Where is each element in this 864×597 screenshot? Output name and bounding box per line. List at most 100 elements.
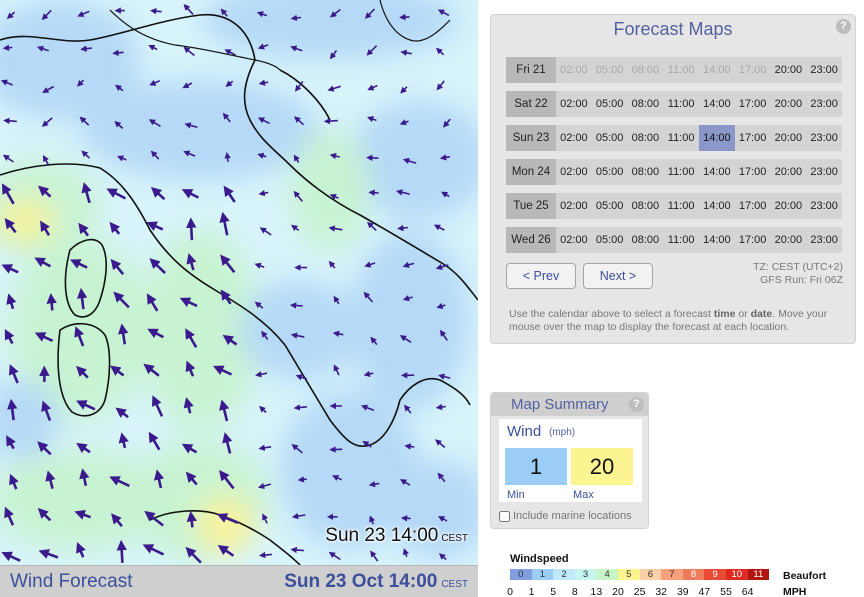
beaufort-cell: 2 [553,569,575,580]
calendar-time-slot[interactable]: 17:00 [735,193,771,219]
calendar-row: Wed 26 02:00 05:00 08:00 11:00 14:00 17:00 20:0… [506,227,842,253]
calendar-time-slot[interactable]: 20:00 [771,125,807,151]
include-marine-checkbox[interactable] [499,510,510,522]
calendar-time-slot[interactable]: 08:00 [628,91,664,117]
calendar-time-slot[interactable]: 11:00 [663,125,699,151]
calendar-time-slot[interactable]: 23:00 [806,227,842,253]
calendar-time-slot[interactable]: 20:00 [771,91,807,117]
calendar-time-slot[interactable]: 08:00 [628,159,664,185]
wind-arrow [80,45,92,52]
calendar-day-label[interactable]: Tue 25 [506,193,556,219]
calendar-time-slot[interactable]: 23:00 [806,57,842,83]
wind-arrow [3,117,17,125]
wind-map-canvas[interactable] [0,0,478,565]
calendar-time-slot[interactable]: 02:00 [556,159,592,185]
map-summary-panel: Map Summary ? Wind (mph) 1 20 Min Max In… [490,392,649,529]
wind-min-label: Min [507,489,525,501]
mph-tick: 5 [550,586,557,597]
calendar-time-slot[interactable]: 17:00 [735,159,771,185]
wind-max-label: Max [573,489,594,501]
mph-tick: 39 [676,586,689,597]
footer-title: Wind Forecast [10,570,133,592]
wind-arrow [366,154,379,162]
mph-tick: 1 [528,586,535,597]
calendar-time-slot[interactable]: 11:00 [663,159,699,185]
calendar-time-slot[interactable]: 11:00 [663,193,699,219]
mph-tick: 32 [655,586,668,597]
calendar-day-label[interactable]: Mon 24 [506,159,556,185]
wind-map[interactable]: Sun 23 14:00 CEST [0,0,478,565]
calendar-row: Mon 24 02:00 05:00 08:00 11:00 14:00 17:00 20:0… [506,159,842,185]
run-info: TZ: CEST (UTC+2) GFS Run: Fri 06Z [753,261,843,287]
calendar-time-slot[interactable]: 02:00 [556,125,592,151]
mph-tick: 8 [571,586,578,597]
calendar-time-slot[interactable]: 08:00 [628,227,664,253]
footer-tz: CEST [441,578,468,590]
mph-scale: 0 1 5 8 13 20 25 32 39 47 55 64 [507,586,778,597]
wind-min-value: 1 [505,448,567,485]
beaufort-cell: 11 [747,569,770,580]
next-button[interactable]: Next > [583,263,653,289]
include-marine-toggle[interactable]: Include marine locations [499,510,632,522]
calendar-time-slot[interactable]: 17:00 [735,227,771,253]
calendar-time-slot[interactable]: 11:00 [663,91,699,117]
include-marine-label: Include marine locations [513,510,632,522]
calendar-time-slot[interactable]: 14:00 [699,125,735,151]
calendar-instructions: Use the calendar above to select a forec… [509,308,849,333]
beaufort-cell: 8 [682,569,705,580]
calendar-time-slot[interactable]: 20:00 [771,193,807,219]
calendar-day-label[interactable]: Sun 23 [506,125,556,151]
calendar-day-label[interactable]: Fri 21 [506,57,556,83]
calendar-time-slot[interactable]: 14:00 [699,159,735,185]
map-time-tz: CEST [441,533,468,544]
mph-tick: 20 [612,586,624,597]
calendar-time-slot[interactable]: 11:00 [663,227,699,253]
instr-part-1: Use the calendar above to select a forec… [509,308,714,320]
calendar-time-slot[interactable]: 02:00 [556,227,592,253]
prev-button[interactable]: < Prev [506,263,576,289]
calendar-time-slot[interactable]: 17:00 [735,91,771,117]
calendar-time-slot[interactable]: 05:00 [592,91,628,117]
help-icon[interactable]: ? [629,397,644,412]
calendar-day-label[interactable]: Wed 26 [506,227,556,253]
calendar-time-slot[interactable]: 23:00 [806,91,842,117]
forecast-calendar: Fri 21 02:00 05:00 08:00 11:00 14:00 17:00 20:0… [506,57,842,261]
calendar-time-slot[interactable]: 23:00 [806,193,842,219]
calendar-time-slot: 11:00 [667,64,695,76]
calendar-time-slot[interactable]: 05:00 [592,193,628,219]
mph-tick: 55 [720,586,732,597]
calendar-time-slot[interactable]: 08:00 [628,125,664,151]
wind-arrow [46,293,57,311]
wind-arrow [323,117,338,125]
calendar-time-slot[interactable]: 05:00 [592,159,628,185]
wind-arrow [297,476,307,483]
instr-time: time [713,308,736,320]
calendar-time-slot[interactable]: 02:00 [556,91,592,117]
calendar-time-slot[interactable]: 14:00 [699,91,735,117]
calendar-time-slot[interactable]: 14:00 [699,227,735,253]
footer-date: Sun 23 Oct 14:00 CEST [284,571,468,593]
help-icon[interactable]: ? [836,19,851,34]
calendar-time-slot[interactable]: 17:00 [735,125,771,151]
calendar-time-slot: 08:00 [631,64,660,76]
wind-arrow [112,49,124,56]
footer-date-value: Sun 23 Oct 14:00 [284,570,438,592]
calendar-time-slot[interactable]: 08:00 [628,193,664,219]
calendar-time-slot[interactable]: 20:00 [771,227,807,253]
calendar-time-slot[interactable]: 23:00 [806,159,842,185]
calendar-time-slot[interactable]: 05:00 [592,227,628,253]
wind-arrow [397,224,408,232]
legend-title: Windspeed [510,553,569,565]
calendar-time-slot[interactable]: 05:00 [592,125,628,151]
calendar-time-slot[interactable]: 20:00 [771,57,807,83]
calendar-time-slot[interactable]: 02:00 [556,193,592,219]
beaufort-cell: 1 [531,569,554,580]
mph-tick: 47 [698,586,711,597]
wind-max-value: 20 [571,448,633,485]
calendar-time-slot[interactable]: 23:00 [806,125,842,151]
calendar-time-slot[interactable]: 20:00 [771,159,807,185]
wind-arrow [293,404,307,411]
calendar-time-slot[interactable]: 14:00 [699,193,735,219]
calendar-day-label[interactable]: Sat 22 [506,91,556,117]
beaufort-cell: 0 [510,569,532,580]
